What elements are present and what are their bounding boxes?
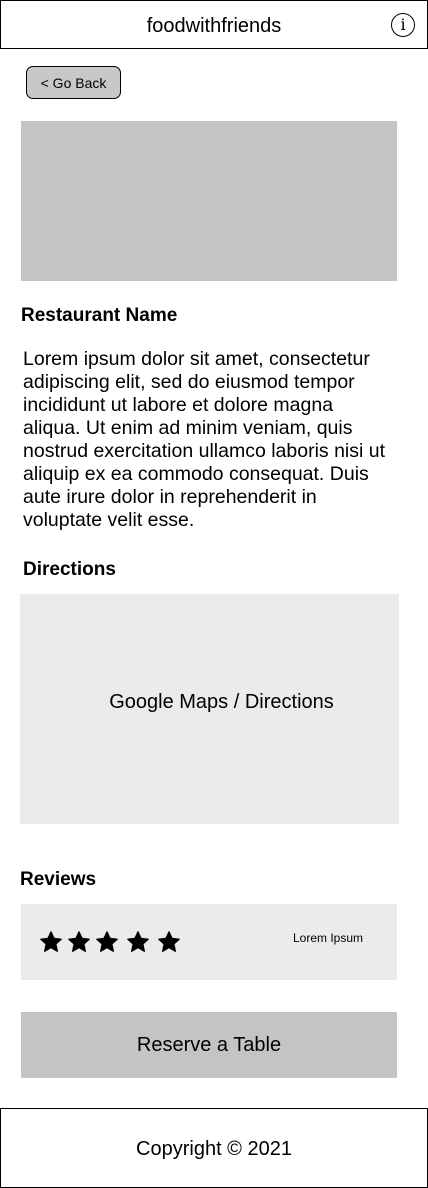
page-footer: Copyright © 2021	[0, 1108, 428, 1188]
review-text: Lorem Ipsum	[293, 931, 364, 945]
info-icon-glyph: i	[400, 15, 406, 34]
info-icon[interactable]: i	[391, 13, 415, 37]
review-card: Lorem Ipsum	[21, 904, 397, 980]
map-label: Google Maps / Directions	[109, 691, 334, 713]
restaurant-description: Lorem ipsum dolor sit amet, consectetur …	[23, 348, 386, 531]
restaurant-name: Restaurant Name	[21, 305, 178, 326]
app-title: foodwithfriends	[146, 15, 282, 37]
star-icon	[158, 931, 180, 952]
go-back-button[interactable]: < Go Back	[26, 66, 121, 99]
app-header: foodwithfriends i	[0, 0, 428, 49]
star-icon	[40, 931, 62, 952]
star-icon	[68, 931, 90, 952]
star-icon	[96, 931, 118, 952]
reviews-heading: Reviews	[20, 869, 97, 890]
copyright-text: Copyright © 2021	[136, 1138, 292, 1160]
reserve-table-button[interactable]: Reserve a Table	[21, 1012, 397, 1078]
restaurant-detail-page: foodwithfriends i < Go Back Restaurant N…	[0, 0, 428, 1188]
map-directions-placeholder[interactable]: Google Maps / Directions	[20, 594, 399, 824]
directions-heading: Directions	[23, 559, 116, 580]
star-icon	[127, 931, 149, 952]
restaurant-image-placeholder	[21, 121, 397, 281]
